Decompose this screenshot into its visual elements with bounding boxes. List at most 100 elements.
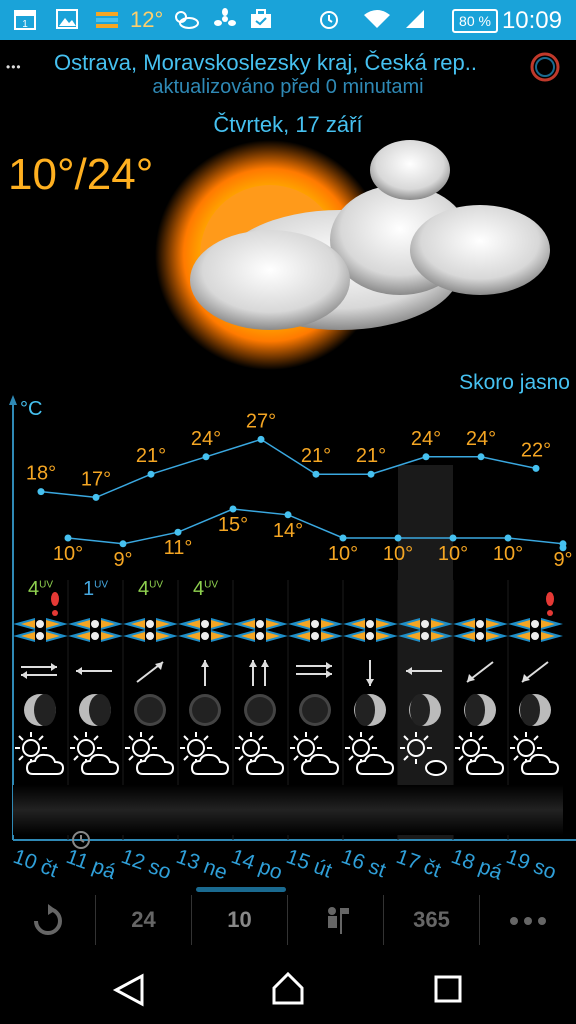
temp-point bbox=[339, 534, 347, 542]
tab-24h[interactable]: 24 bbox=[96, 885, 191, 955]
high-temp-label: 22° bbox=[521, 439, 551, 461]
bottom-toolbar: 24 10 365 bbox=[0, 885, 576, 955]
precip-bar bbox=[453, 785, 508, 835]
day-column[interactable]: 1UV 11 pá bbox=[63, 0, 123, 884]
uv-value: 1 bbox=[82, 578, 95, 600]
sun-cloud-weather-icon bbox=[290, 732, 340, 775]
weather-widget-icon bbox=[96, 8, 118, 30]
low-temp-label: 15° bbox=[218, 514, 248, 536]
briefcase-icon bbox=[250, 8, 272, 30]
moon-phase-icon bbox=[24, 694, 56, 726]
low-temp-label: 9° bbox=[113, 549, 132, 571]
wind-gust-icon bbox=[123, 618, 178, 642]
moon-phase-icon bbox=[354, 694, 386, 726]
status-temp: 12° bbox=[130, 7, 164, 32]
active-tab-indicator bbox=[196, 887, 286, 892]
day-column[interactable]: 15 út bbox=[283, 0, 343, 883]
temp-point bbox=[312, 470, 320, 478]
sun-cloud-weather-icon bbox=[455, 732, 505, 775]
low-temp-label: 10° bbox=[53, 543, 83, 565]
day-column[interactable]: 4UV 12 so bbox=[118, 0, 178, 884]
alarm-icon[interactable] bbox=[70, 828, 92, 850]
fan-icon bbox=[214, 8, 236, 30]
wind-gust-icon bbox=[233, 618, 288, 642]
wind-gust-icon bbox=[453, 618, 508, 642]
wind-gust-icon bbox=[508, 618, 563, 642]
alarm-icon bbox=[318, 8, 340, 30]
high-temp-label: 17° bbox=[81, 468, 111, 490]
high-temp-label: 21° bbox=[136, 445, 166, 467]
wind-direction-icon bbox=[76, 667, 112, 675]
precip-bar bbox=[178, 785, 233, 835]
battery-indicator: 80 % bbox=[452, 9, 498, 33]
tourist-icon[interactable] bbox=[288, 885, 383, 955]
day-column[interactable]: 16 st bbox=[338, 0, 398, 882]
sun-cloud-weather-icon bbox=[345, 732, 395, 775]
recents-icon[interactable] bbox=[434, 975, 462, 1003]
high-temp-label: 18° bbox=[26, 463, 56, 485]
wind-direction-icon bbox=[249, 660, 269, 686]
more-icon[interactable] bbox=[480, 885, 576, 955]
temp-point bbox=[37, 488, 45, 496]
status-bar: 1 12° 80 % 10:09 bbox=[0, 0, 576, 40]
moon-phase-icon bbox=[134, 694, 166, 726]
uv-label: UV bbox=[149, 579, 164, 591]
page-dots[interactable]: ••• bbox=[6, 60, 22, 74]
sun-cloud-icon bbox=[150, 130, 570, 390]
day-column[interactable]: 4UV 13 ne bbox=[173, 0, 233, 885]
moon-phase-icon bbox=[519, 694, 551, 726]
refresh-icon[interactable] bbox=[0, 885, 95, 955]
status-time: 10:09 bbox=[501, 7, 562, 34]
day-column[interactable]: 18 pá bbox=[448, 0, 508, 885]
today-highlight bbox=[398, 465, 453, 840]
uv-label: UV bbox=[94, 579, 109, 591]
sun-cloud-weather-icon bbox=[15, 732, 65, 775]
temp-point bbox=[394, 534, 402, 542]
tab-365-days[interactable]: 365 bbox=[384, 885, 479, 955]
warning-icon[interactable] bbox=[50, 592, 60, 616]
condition-text: Skoro jasno bbox=[459, 371, 570, 394]
high-temp-label: 27° bbox=[246, 410, 276, 432]
calendar-icon: 1 bbox=[14, 8, 36, 30]
wind-gust-icon bbox=[288, 618, 343, 642]
sun-cloud-weather-icon bbox=[70, 732, 120, 775]
home-icon[interactable] bbox=[271, 971, 305, 1007]
wind-direction-icon bbox=[201, 660, 209, 686]
wind-direction-icon bbox=[521, 661, 549, 683]
navigation-bar bbox=[0, 955, 576, 1024]
sun-cloud-weather-icon bbox=[400, 732, 447, 776]
temp-point bbox=[174, 528, 182, 536]
day-column[interactable]: 14 po bbox=[228, 0, 288, 885]
temp-point bbox=[504, 534, 512, 542]
y-axis-arrow bbox=[9, 395, 17, 405]
temp-point bbox=[367, 470, 375, 478]
back-icon[interactable] bbox=[112, 973, 146, 1007]
location-title[interactable]: Ostrava, Moravskoslezsky kraj, Česká rep… bbox=[54, 50, 477, 76]
day-column[interactable]: 17 čt bbox=[393, 0, 453, 882]
low-temp-label: 10° bbox=[383, 543, 413, 565]
moon-phase-icon bbox=[299, 694, 331, 726]
wind-direction-icon bbox=[136, 661, 164, 683]
temp-point bbox=[477, 453, 485, 461]
day-column[interactable]: 19 so bbox=[503, 0, 563, 884]
wind-direction-icon bbox=[366, 660, 374, 686]
uv-index: 4UV bbox=[178, 578, 233, 601]
temp-point bbox=[64, 534, 72, 542]
wind-direction-icon bbox=[466, 661, 494, 683]
uv-label: UV bbox=[204, 579, 219, 591]
wifi-icon bbox=[362, 8, 392, 30]
precip-bar bbox=[13, 785, 68, 835]
precip-bar bbox=[343, 785, 398, 835]
tab-10-days[interactable]: 10 bbox=[192, 885, 287, 955]
day-column[interactable]: 4UV 10 čt bbox=[10, 0, 68, 882]
weather-clouds-icon bbox=[172, 8, 200, 30]
high-temp-line bbox=[40, 438, 537, 499]
temp-point bbox=[284, 511, 292, 519]
warning-icon[interactable] bbox=[545, 592, 555, 616]
precip-bar bbox=[123, 785, 178, 835]
temp-point bbox=[92, 493, 100, 501]
sun-cloud-weather-icon bbox=[125, 732, 175, 775]
uv-value: 4 bbox=[27, 578, 40, 600]
high-temp-label: 21° bbox=[356, 445, 386, 467]
precip-bar bbox=[288, 785, 343, 835]
